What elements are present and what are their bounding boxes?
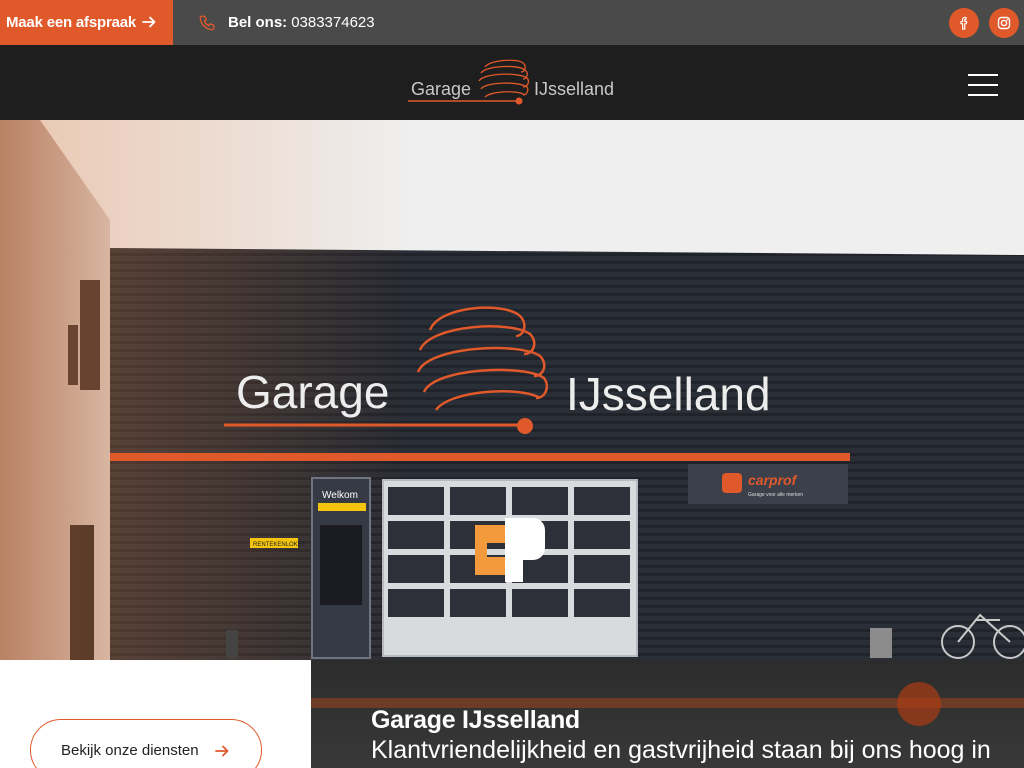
building-sign-right: IJsselland bbox=[566, 368, 771, 420]
instagram-button[interactable] bbox=[989, 8, 1019, 38]
intro-panel: Garage IJsselland Klantvriendelijkheid e… bbox=[311, 660, 1024, 768]
counter-sign: RENTEKENLOKET bbox=[253, 542, 306, 548]
hamburger-icon-line bbox=[968, 74, 998, 76]
brand-tagline: Garage voor alle merken bbox=[748, 492, 803, 498]
topbar: Maak een afspraak Bel ons: 0383374623 bbox=[0, 0, 1024, 45]
hamburger-icon-line bbox=[968, 84, 998, 86]
decorative-dot bbox=[897, 682, 941, 726]
phone-number: 0383374623 bbox=[291, 14, 375, 31]
facebook-button[interactable] bbox=[949, 8, 979, 38]
logo-text-right: IJsselland bbox=[534, 79, 615, 99]
hamburger-menu-button[interactable] bbox=[968, 74, 1000, 96]
view-services-button[interactable]: Bekijk onze diensten bbox=[30, 719, 262, 768]
garage-building-illustration: Garage IJsselland Welkom RENTEKENLOKET c… bbox=[0, 120, 1024, 660]
door-sign: Welkom bbox=[322, 490, 358, 501]
site-header: Garage IJsselland bbox=[0, 45, 1024, 120]
hero-image: Garage IJsselland Welkom RENTEKENLOKET c… bbox=[0, 120, 1024, 660]
arrow-right-icon bbox=[142, 16, 156, 28]
make-appointment-button[interactable]: Maak een afspraak bbox=[0, 0, 173, 45]
intro-subtitle: Klantvriendelijkheid en gastvrijheid sta… bbox=[371, 736, 991, 764]
arrow-right-icon bbox=[215, 745, 229, 757]
intro-title: Garage IJsselland bbox=[371, 706, 580, 734]
make-appointment-label: Maak een afspraak bbox=[6, 14, 137, 31]
instagram-icon bbox=[997, 16, 1011, 30]
phone-icon bbox=[199, 15, 215, 30]
phone-link[interactable]: Bel ons: 0383374623 bbox=[198, 0, 375, 45]
phone-prefix: Bel ons: bbox=[228, 14, 288, 31]
site-logo[interactable]: Garage IJsselland bbox=[405, 57, 620, 109]
logo-text-left: Garage bbox=[411, 79, 472, 99]
building-sign-left: Garage bbox=[236, 366, 389, 418]
hamburger-icon-line bbox=[968, 94, 998, 96]
view-services-label: Bekijk onze diensten bbox=[61, 741, 199, 759]
facebook-icon bbox=[960, 16, 968, 30]
brand-sign: carprof bbox=[748, 472, 798, 488]
